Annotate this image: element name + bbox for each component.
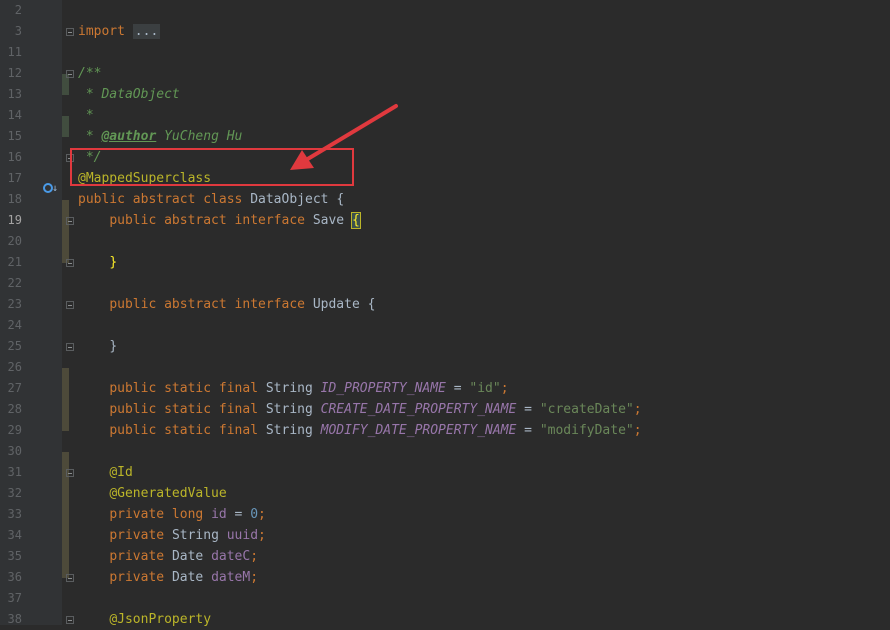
- annotation-arrow-icon: [290, 104, 398, 170]
